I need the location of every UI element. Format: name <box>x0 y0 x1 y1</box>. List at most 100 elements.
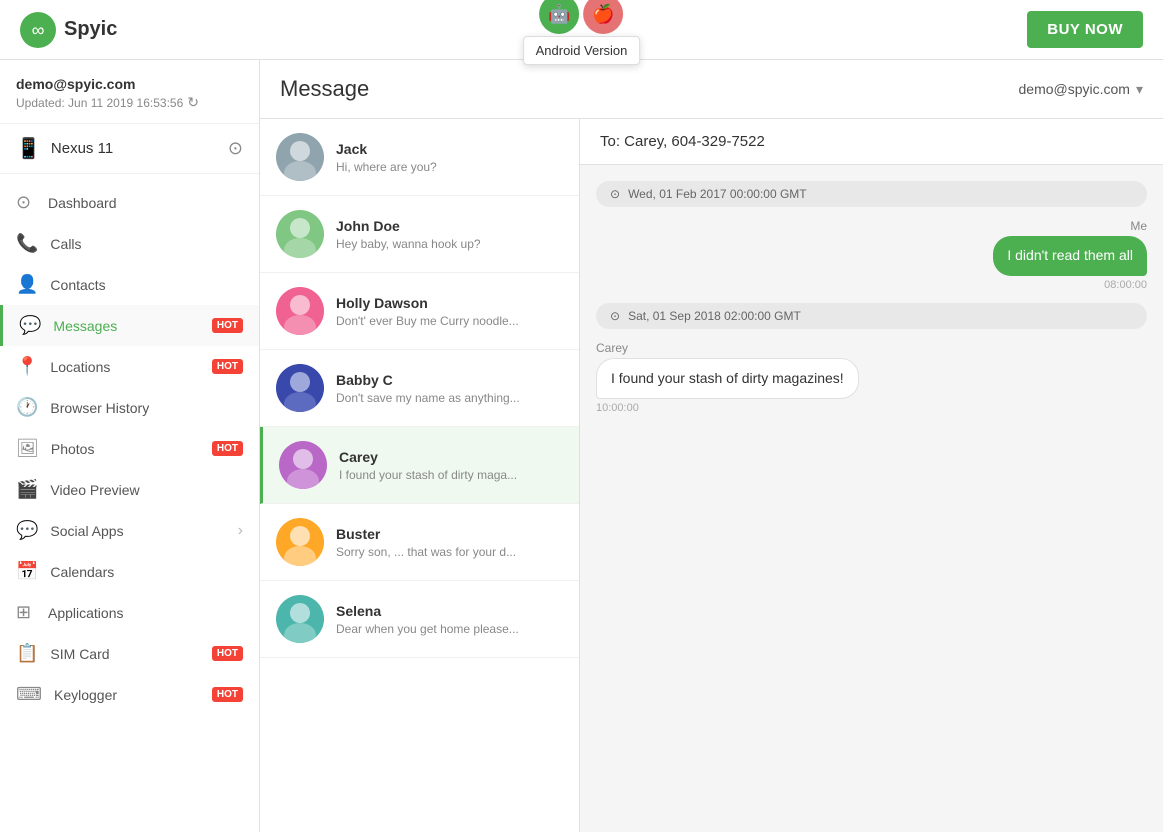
nav-label-social-apps: Social Apps <box>50 523 225 539</box>
messages-hot-badge: HOT <box>212 318 243 333</box>
sidebar-item-keylogger[interactable]: ⌨ Keylogger HOT <box>0 674 259 715</box>
device-item[interactable]: 📱 Nexus 11 ⊙ <box>0 124 259 174</box>
contact-info-carey: Carey I found your stash of dirty maga..… <box>339 449 563 482</box>
avatar-babby <box>276 364 324 412</box>
main-header: Message demo@spyic.com ▾ <box>260 60 1163 119</box>
device-chevron-icon: ⊙ <box>228 138 243 159</box>
sidebar-item-applications[interactable]: ⊞ Applications <box>0 592 259 633</box>
contact-preview-holly: Don't' ever Buy me Curry noodle... <box>336 314 563 328</box>
buy-now-button[interactable]: BUY NOW <box>1027 11 1143 48</box>
keylogger-hot-badge: HOT <box>212 687 243 702</box>
date-text-2: Sat, 01 Sep 2018 02:00:00 GMT <box>628 309 801 323</box>
nav-label-calls: Calls <box>50 236 243 252</box>
avatar-john <box>276 210 324 258</box>
nav-label-keylogger: Keylogger <box>54 687 196 703</box>
sidebar-item-video-preview[interactable]: 🎬 Video Preview <box>0 469 259 510</box>
dashboard-icon: ⊙ <box>16 192 36 213</box>
contact-name-jack: Jack <box>336 141 563 157</box>
avatar-selena <box>276 595 324 643</box>
calendars-icon: 📅 <box>16 561 38 582</box>
sidebar-user: demo@spyic.com Updated: Jun 11 2019 16:5… <box>0 60 259 124</box>
nav-items: ⊙ Dashboard 📞 Calls 👤 Contacts 💬 Message… <box>0 174 259 723</box>
chat-header: To: Carey, 604-329-7522 <box>580 119 1163 165</box>
sent-label: Me <box>1130 219 1147 233</box>
received-bubble: I found your stash of dirty magazines! <box>596 358 859 400</box>
contact-item-john[interactable]: John Doe Hey baby, wanna hook up? <box>260 196 579 273</box>
refresh-icon[interactable]: ↻ <box>187 94 199 111</box>
contact-preview-john: Hey baby, wanna hook up? <box>336 237 563 251</box>
video-preview-icon: 🎬 <box>16 479 38 500</box>
contact-info-john: John Doe Hey baby, wanna hook up? <box>336 218 563 251</box>
date-text-1: Wed, 01 Feb 2017 00:00:00 GMT <box>628 187 807 201</box>
main-user-dropdown[interactable]: demo@spyic.com ▾ <box>1019 81 1144 98</box>
avatar-jack <box>276 133 324 181</box>
sidebar-item-sim-card[interactable]: 📋 SIM Card HOT <box>0 633 259 674</box>
chat-panel: To: Carey, 604-329-7522 ⊙ Wed, 01 Feb 20… <box>580 119 1163 832</box>
device-icon: 📱 <box>16 136 41 161</box>
contact-item-jack[interactable]: Jack Hi, where are you? <box>260 119 579 196</box>
spyic-logo-icon: ∞ <box>20 12 56 48</box>
contact-name-holly: Holly Dawson <box>336 295 563 311</box>
applications-icon: ⊞ <box>16 602 36 623</box>
social-apps-icon: 💬 <box>16 520 38 541</box>
contact-preview-carey: I found your stash of dirty maga... <box>339 468 563 482</box>
apple-button[interactable]: 🍎 <box>584 0 624 34</box>
sent-bubble: I didn't read them all <box>993 236 1147 276</box>
sidebar-item-calendars[interactable]: 📅 Calendars <box>0 551 259 592</box>
sidebar-item-dashboard[interactable]: ⊙ Dashboard <box>0 182 259 223</box>
svg-text:∞: ∞ <box>32 20 45 40</box>
sent-time: 08:00:00 <box>1104 279 1147 291</box>
contact-list: Jack Hi, where are you? John Doe Hey bab… <box>260 119 580 832</box>
contact-item-buster[interactable]: Buster Sorry son, ... that was for your … <box>260 504 579 581</box>
contact-name-carey: Carey <box>339 449 563 465</box>
main-user-chevron-icon: ▾ <box>1136 81 1143 98</box>
contact-item-carey[interactable]: Carey I found your stash of dirty maga..… <box>260 427 579 504</box>
contact-item-holly[interactable]: Holly Dawson Don't' ever Buy me Curry no… <box>260 273 579 350</box>
contact-name-selena: Selena <box>336 603 563 619</box>
os-buttons: 🤖 🍎 <box>540 0 624 34</box>
android-button[interactable]: 🤖 <box>540 0 580 34</box>
sim-card-hot-badge: HOT <box>212 646 243 661</box>
avatar-buster <box>276 518 324 566</box>
device-name: Nexus 11 <box>51 140 113 157</box>
contact-preview-buster: Sorry son, ... that was for your d... <box>336 545 563 559</box>
sidebar-item-messages[interactable]: 💬 Messages HOT <box>0 305 259 346</box>
contact-item-babby[interactable]: Babby C Don't save my name as anything..… <box>260 350 579 427</box>
locations-hot-badge: HOT <box>212 359 243 374</box>
date-divider-icon-2: ⊙ <box>610 309 620 323</box>
contact-info-buster: Buster Sorry son, ... that was for your … <box>336 526 563 559</box>
contact-info-selena: Selena Dear when you get home please... <box>336 603 563 636</box>
contact-name-john: John Doe <box>336 218 563 234</box>
nav-label-calendars: Calendars <box>50 564 243 580</box>
nav-label-browser-history: Browser History <box>50 400 243 416</box>
locations-icon: 📍 <box>16 356 38 377</box>
date-divider-icon-1: ⊙ <box>610 187 620 201</box>
nav-label-photos: Photos <box>51 441 196 457</box>
date-divider-2: ⊙ Sat, 01 Sep 2018 02:00:00 GMT <box>596 303 1147 329</box>
message-area: Jack Hi, where are you? John Doe Hey bab… <box>260 119 1163 832</box>
sidebar-item-photos[interactable]: 🖼 Photos HOT <box>0 428 259 469</box>
sidebar-item-contacts[interactable]: 👤 Contacts <box>0 264 259 305</box>
sidebar-item-social-apps[interactable]: 💬 Social Apps › <box>0 510 259 551</box>
header-center: 🤖 🍎 Android Version <box>523 0 641 65</box>
contact-info-babby: Babby C Don't save my name as anything..… <box>336 372 563 405</box>
logo-text: Spyic <box>64 18 117 41</box>
avatar-carey <box>279 441 327 489</box>
contact-name-buster: Buster <box>336 526 563 542</box>
sim-card-icon: 📋 <box>16 643 38 664</box>
sidebar: demo@spyic.com Updated: Jun 11 2019 16:5… <box>0 60 260 832</box>
sidebar-item-calls[interactable]: 📞 Calls <box>0 223 259 264</box>
updated-text: Updated: Jun 11 2019 16:53:56 <box>16 96 183 110</box>
received-time: 10:00:00 <box>596 402 639 414</box>
sidebar-item-browser-history[interactable]: 🕐 Browser History <box>0 387 259 428</box>
contact-item-selena[interactable]: Selena Dear when you get home please... <box>260 581 579 658</box>
received-message-row: Carey I found your stash of dirty magazi… <box>596 341 1147 415</box>
contact-name-babby: Babby C <box>336 372 563 388</box>
main: Message demo@spyic.com ▾ Jack Hi, where … <box>260 60 1163 832</box>
chat-messages: ⊙ Wed, 01 Feb 2017 00:00:00 GMT Me I did… <box>580 165 1163 832</box>
photos-icon: 🖼 <box>16 438 39 459</box>
avatar-holly <box>276 287 324 335</box>
sidebar-email: demo@spyic.com <box>16 76 243 92</box>
nav-label-sim-card: SIM Card <box>50 646 195 662</box>
sidebar-item-locations[interactable]: 📍 Locations HOT <box>0 346 259 387</box>
